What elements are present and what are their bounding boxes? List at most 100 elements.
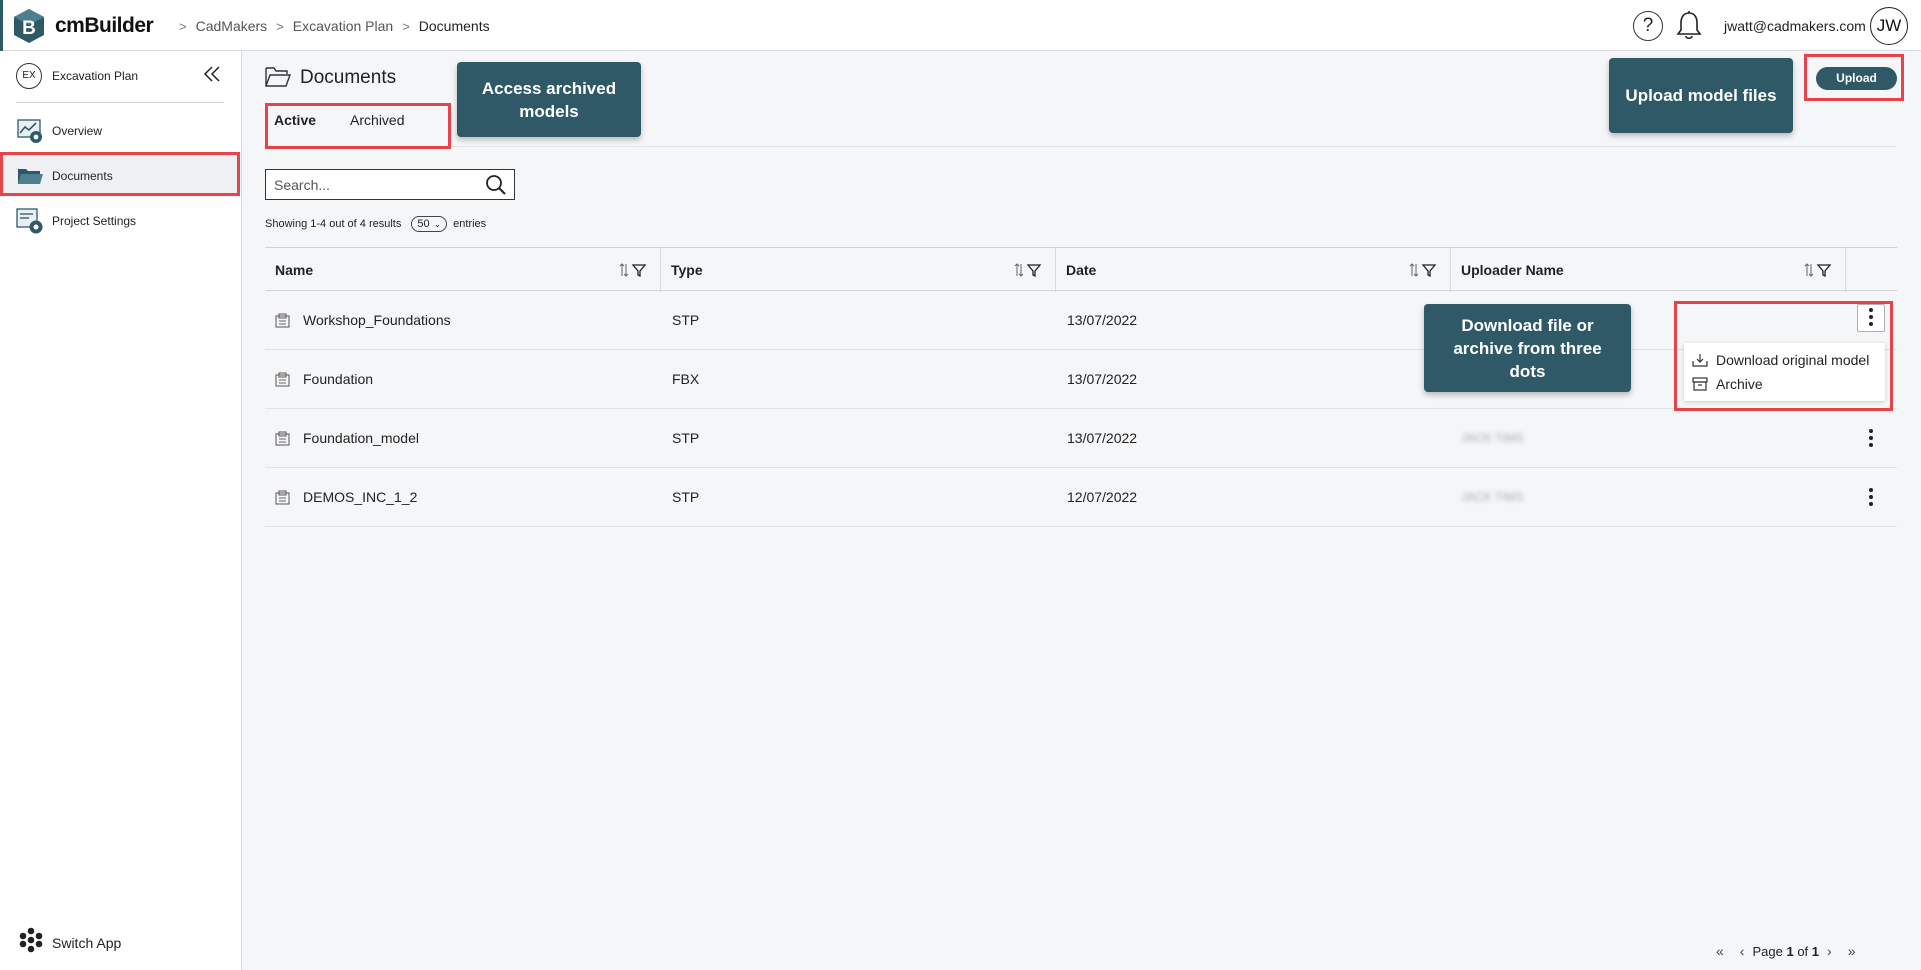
sidebar-item-project-settings[interactable]: Project Settings (0, 200, 240, 242)
collapse-sidebar-icon[interactable] (203, 65, 221, 83)
breadcrumb-documents: Documents (418, 18, 490, 34)
column-label: Date (1066, 262, 1097, 278)
search-icon[interactable] (485, 174, 507, 196)
column-label: Type (671, 262, 703, 278)
menu-item-label: Download original model (1716, 352, 1870, 368)
sidebar-divider (16, 102, 224, 103)
callout-download: Download file or archive from three dots (1424, 304, 1631, 392)
svg-text:B: B (22, 18, 36, 39)
first-page-icon[interactable]: « (1716, 943, 1724, 959)
upload-button[interactable]: Upload (1816, 67, 1897, 90)
table-row[interactable]: Foundation FBX 13/07/2022 (265, 350, 1897, 409)
tab-archived[interactable]: Archived (346, 108, 408, 134)
sort-filter-icon[interactable] (1408, 262, 1438, 278)
per-page-select[interactable]: 50 ⌄ (411, 216, 448, 232)
current-page: 1 (1786, 943, 1794, 959)
last-page-icon[interactable]: » (1848, 943, 1856, 959)
folder-icon (18, 169, 43, 184)
cell-type: STP (672, 430, 700, 446)
chevron-right-icon: > (179, 18, 187, 34)
sort-filter-icon[interactable] (1803, 262, 1833, 278)
sidebar-item-overview[interactable]: Overview (0, 110, 240, 152)
cell-type: STP (672, 489, 700, 505)
menu-item-archive[interactable]: Archive (1692, 376, 1763, 392)
cell-date: 13/07/2022 (1067, 430, 1138, 446)
help-icon[interactable]: ? (1633, 11, 1663, 41)
column-header-name[interactable]: Name (265, 248, 661, 292)
switch-app-button[interactable]: Switch App (18, 927, 121, 953)
column-label: Name (275, 262, 314, 278)
settings-icon (16, 208, 43, 234)
table-header: Name Type Date Uploader Name (265, 247, 1897, 292)
entries-label: entries (453, 218, 487, 230)
bell-icon[interactable] (1675, 10, 1703, 42)
sidebar-item-label: Documents (52, 169, 113, 183)
top-bar-accent (0, 0, 3, 51)
sidebar-item-label: Overview (52, 124, 103, 138)
tab-bar: Active Archived (270, 108, 409, 134)
sort-filter-icon[interactable] (618, 262, 648, 278)
tab-active[interactable]: Active (270, 108, 320, 134)
top-bar: B cmBuilder > CadMakers > Excavation Pla… (0, 0, 1921, 51)
sort-filter-icon[interactable] (1013, 262, 1043, 278)
cell-type: FBX (672, 371, 700, 387)
folder-open-icon (265, 67, 291, 87)
breadcrumb-excavation-plan[interactable]: Excavation Plan (293, 18, 393, 34)
cell-date: 12/07/2022 (1067, 489, 1138, 505)
menu-item-download[interactable]: Download original model (1692, 352, 1869, 368)
breadcrumb: > CadMakers > Excavation Plan > Document… (170, 18, 490, 34)
chevron-right-icon: > (402, 18, 410, 34)
user-email[interactable]: jwatt@cadmakers.com (1724, 18, 1866, 34)
menu-item-label: Archive (1716, 376, 1763, 392)
page-title: Documents (300, 67, 397, 88)
model-file-icon (275, 372, 290, 387)
header-divider (264, 146, 1896, 147)
search-input[interactable] (274, 175, 474, 195)
column-header-type[interactable]: Type (661, 248, 1056, 292)
chevron-right-icon: > (276, 18, 284, 34)
model-file-icon (275, 490, 290, 505)
cmbuilder-logo-icon[interactable]: B (12, 8, 46, 44)
row-actions-button[interactable] (1857, 485, 1885, 513)
sidebar-item-label: Project Settings (52, 214, 137, 228)
table-row[interactable]: Foundation_model STP 13/07/2022 JACK TIM… (265, 409, 1897, 468)
table-row[interactable]: Workshop_Foundations STP 13/07/2022 (265, 291, 1897, 350)
pagination: « ‹ Page 1 of 1 › » (1708, 943, 1864, 959)
overview-icon (17, 119, 42, 143)
cell-uploader: JACK TIMS (1461, 490, 1524, 504)
cell-name[interactable]: DEMOS_INC_1_2 (303, 468, 417, 527)
table-row[interactable]: DEMOS_INC_1_2 STP 12/07/2022 JACK TIMS (265, 468, 1897, 527)
sidebar-item-documents[interactable]: Documents (0, 155, 240, 197)
breadcrumb-cadmakers[interactable]: CadMakers (196, 18, 268, 34)
column-header-date[interactable]: Date (1056, 248, 1451, 292)
avatar[interactable]: JW (1870, 7, 1908, 45)
cell-name[interactable]: Workshop_Foundations (303, 291, 451, 350)
chevron-down-icon: ⌄ (433, 218, 442, 229)
results-count: Showing 1-4 out of 4 results (265, 218, 402, 230)
total-pages: 1 (1811, 943, 1820, 959)
documents-table: Name Type Date Uploader Name Workshop_Fo… (265, 247, 1897, 527)
switch-app-label: Switch App (52, 935, 122, 951)
callout-upload: Upload model files (1609, 58, 1793, 133)
cell-name[interactable]: Foundation_model (303, 409, 419, 468)
cell-date: 13/07/2022 (1067, 371, 1138, 387)
archive-icon (1692, 377, 1708, 391)
page-of: of (1797, 943, 1809, 959)
cell-uploader: JACK TIMS (1461, 431, 1524, 445)
model-file-icon (275, 313, 290, 328)
download-icon (1692, 354, 1708, 367)
cell-type: STP (672, 312, 700, 328)
row-actions-button[interactable] (1857, 426, 1885, 454)
next-page-icon[interactable]: › (1827, 943, 1832, 959)
results-summary: Showing 1-4 out of 4 results 50 ⌄ entrie… (265, 216, 486, 232)
app-name: cmBuilder (55, 14, 154, 37)
column-header-uploader[interactable]: Uploader Name (1451, 248, 1846, 292)
row-actions-button[interactable] (1857, 304, 1885, 332)
sidebar: EX Excavation Plan Overview Documents Pr… (0, 51, 242, 970)
prev-page-icon[interactable]: ‹ (1740, 943, 1745, 959)
row-actions-menu: Download original model Archive (1684, 343, 1885, 401)
model-file-icon (275, 431, 290, 446)
cell-name[interactable]: Foundation (303, 350, 373, 409)
project-name: Excavation Plan (52, 69, 139, 83)
cell-date: 13/07/2022 (1067, 312, 1138, 328)
